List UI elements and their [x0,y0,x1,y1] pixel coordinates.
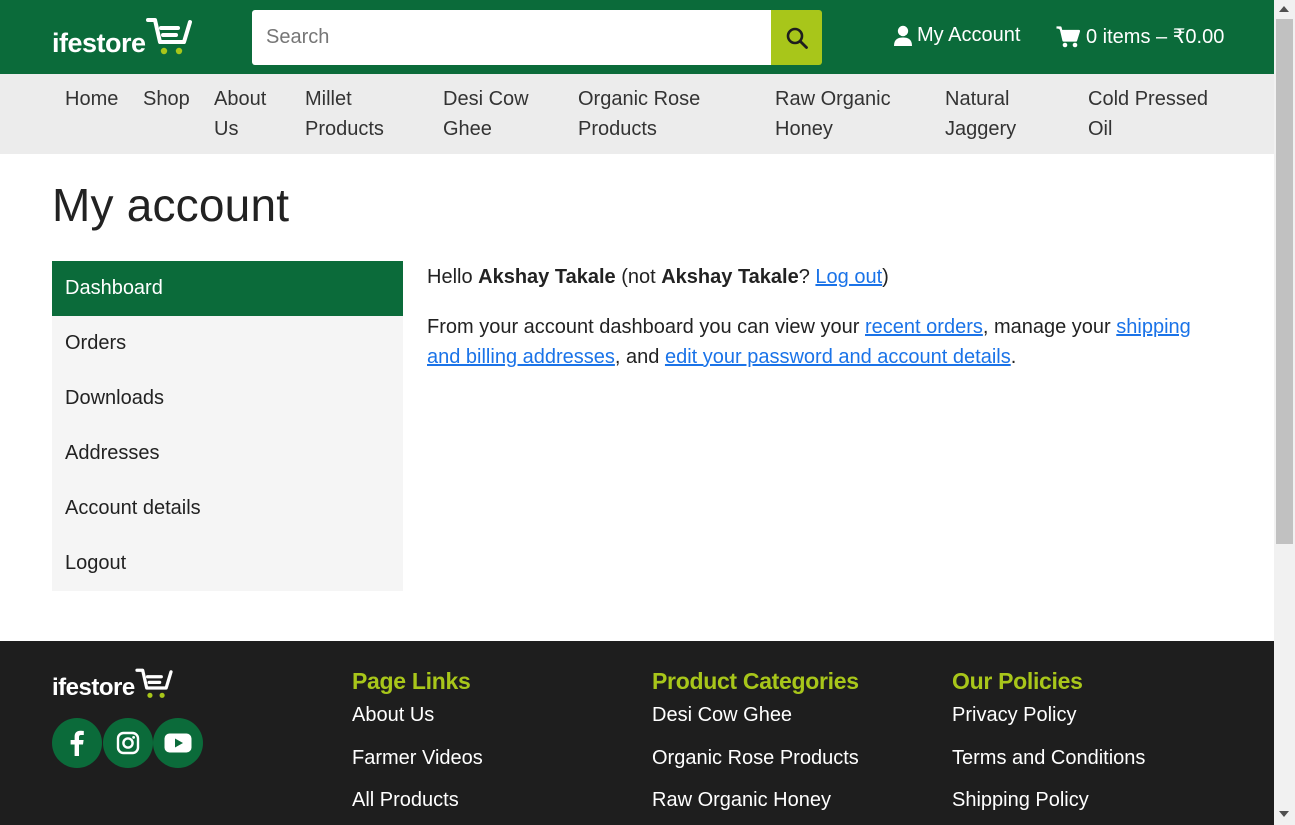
account-navigation: Dashboard Orders Downloads Addresses Acc… [52,261,403,591]
footer-link-farmer-videos[interactable]: Farmer Videos [352,746,483,770]
footer-logo-text: ifestore [52,674,135,701]
main-navigation: Home Shop About Us Millet Products Desi … [0,74,1274,154]
nav-item-about-us[interactable]: About Us [214,84,266,144]
and-text: , and [614,346,660,368]
social-links [52,718,204,768]
nav-item-natural-jaggery[interactable]: Natural Jaggery [945,84,1016,144]
footer-link-privacy-policy[interactable]: Privacy Policy [952,703,1145,727]
greeting-paragraph: Hello Akshay Takale (not Akshay Takale? … [427,262,1227,292]
search-button[interactable] [771,10,822,65]
footer-link-desi-cow-ghee[interactable]: Desi Cow Ghee [652,703,859,727]
facebook-icon [70,730,84,756]
footer-col-title: Product Categories [652,668,859,694]
instagram-icon [116,731,139,755]
footer-col-page-links: Page Links About Us Farmer Videos All Pr… [352,667,483,825]
dashboard-content: Hello Akshay Takale (not Akshay Takale? … [427,262,1227,392]
close-paren: ) [882,266,889,288]
search-icon [786,27,808,49]
not-user-name: Akshay Takale [661,266,799,288]
user-name: Akshay Takale [478,266,616,288]
search-bar [252,10,822,65]
cart-summary: 0 items – ₹0.00 [1086,26,1225,48]
nav-item-home[interactable]: Home [65,84,118,114]
account-nav-orders[interactable]: Orders [52,316,403,371]
footer-link-terms-and-conditions[interactable]: Terms and Conditions [952,746,1145,770]
footer-col-product-categories: Product Categories Desi Cow Ghee Organic… [652,667,859,825]
footer-link-organic-rose-products[interactable]: Organic Rose Products [652,746,859,770]
scrollbar-thumb[interactable] [1276,19,1293,544]
account-nav-logout[interactable]: Logout [52,536,403,591]
footer-link-raw-organic-honey[interactable]: Raw Organic Honey [652,788,859,812]
scroll-down-arrow-icon[interactable] [1279,811,1289,817]
footer-col-title: Page Links [352,668,471,694]
footer-link-about-us[interactable]: About Us [352,703,483,727]
question-mark: ? [798,266,810,288]
my-account-link[interactable]: My Account [893,24,1020,47]
cart-link[interactable]: 0 items – ₹0.00 [1056,24,1224,49]
youtube-icon [164,733,192,753]
cart-icon [1056,25,1080,47]
manage-text: , manage your [982,316,1111,338]
footer-cart-logo-icon [135,668,173,698]
page-title: My account [52,179,290,231]
footer-logo[interactable]: ifestore [52,667,173,701]
footer-link-all-products[interactable]: All Products [352,788,483,812]
nav-item-desi-cow-ghee[interactable]: Desi Cow Ghee [443,84,529,144]
site-footer: ifestore Page Links About Us Farmer Vide… [0,641,1274,825]
search-input[interactable] [252,10,771,65]
nav-item-millet-products[interactable]: Millet Products [305,84,384,144]
account-nav-downloads[interactable]: Downloads [52,371,403,426]
browser-viewport: ifestore My Account [0,0,1274,825]
account-details-link[interactable]: edit your password and account details [665,346,1011,368]
page-scrollbar[interactable] [1274,0,1295,825]
cart-logo-icon [145,18,192,55]
facebook-link[interactable] [52,718,102,768]
footer-col-title: Our Policies [952,668,1083,694]
account-nav-addresses[interactable]: Addresses [52,426,403,481]
nav-item-raw-organic-honey[interactable]: Raw Organic Honey [775,84,891,144]
footer-col-our-policies: Our Policies Privacy Policy Terms and Co… [952,667,1145,825]
logo-text: ifestore [52,28,146,58]
account-nav-dashboard[interactable]: Dashboard [52,261,403,316]
my-account-label: My Account [917,24,1021,46]
youtube-link[interactable] [153,718,203,768]
intro-text: From your account dashboard you can view… [427,316,860,338]
site-logo[interactable]: ifestore [52,16,192,58]
nav-item-shop[interactable]: Shop [143,84,190,114]
footer-link-shipping-policy[interactable]: Shipping Policy [952,788,1145,812]
period: . [1010,346,1017,368]
not-prefix: (not [621,266,656,288]
recent-orders-link[interactable]: recent orders [865,316,983,338]
account-nav-account-details[interactable]: Account details [52,481,403,536]
user-icon [894,25,912,46]
nav-item-cold-pressed-oil[interactable]: Cold Pressed Oil [1088,84,1208,144]
scroll-up-arrow-icon[interactable] [1279,6,1289,12]
instagram-link[interactable] [102,718,153,768]
dashboard-intro: From your account dashboard you can view… [427,312,1227,372]
site-header: ifestore My Account [0,0,1274,74]
hello-text: Hello [427,266,473,288]
nav-item-organic-rose-products[interactable]: Organic Rose Products [578,84,700,144]
logout-link[interactable]: Log out [815,266,882,288]
